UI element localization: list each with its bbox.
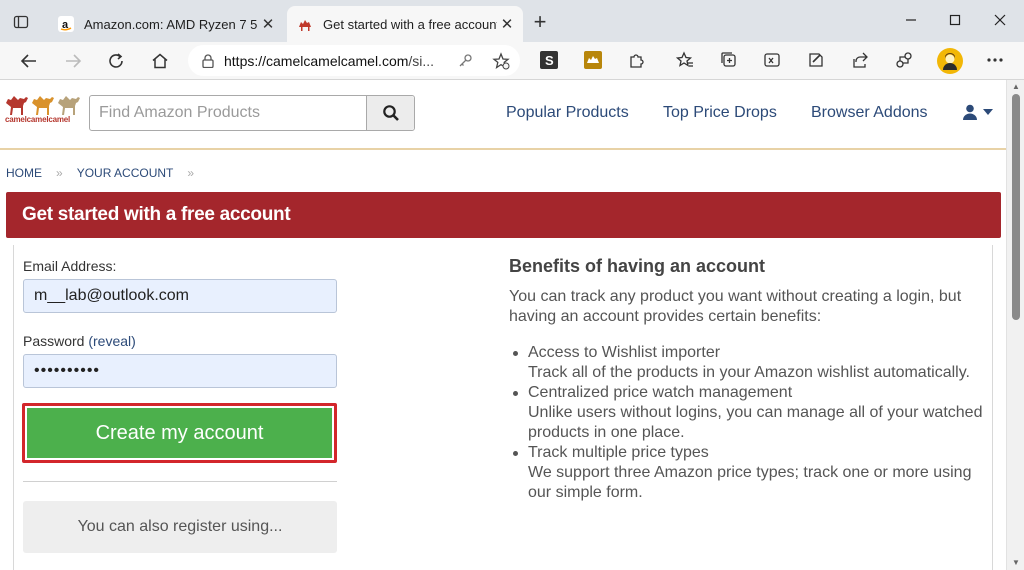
page-title: Get started with a free account	[22, 204, 291, 225]
performance-icon[interactable]	[894, 50, 914, 70]
user-menu[interactable]	[962, 104, 994, 120]
list-item: Access to Wishlist importer Track all of…	[513, 343, 989, 383]
s-extension-icon[interactable]: S	[539, 50, 559, 70]
password-field[interactable]: ••••••••••	[23, 354, 337, 388]
register-using-button[interactable]: You can also register using...	[23, 501, 337, 553]
lock-icon[interactable]	[202, 53, 214, 68]
new-tab-icon[interactable]: +	[530, 11, 550, 33]
search-input[interactable]	[90, 96, 366, 130]
page-scrollbar[interactable]: ▲ ▼	[1006, 80, 1024, 570]
extensions-puzzle-icon[interactable]	[627, 50, 647, 70]
list-item: Track multiple price types We support th…	[513, 443, 989, 503]
address-bar[interactable]: https://camelcamelcamel.com/si...	[188, 45, 520, 76]
tab-title: Amazon.com: AMD Ryzen 7 5800	[84, 16, 258, 32]
nav-browser-addons[interactable]: Browser Addons	[811, 104, 928, 122]
share-icon[interactable]	[850, 50, 870, 70]
breadcrumb: HOME » YOUR ACCOUNT »	[6, 166, 208, 180]
password-label: Password (reveal)	[23, 333, 136, 349]
more-menu-icon[interactable]	[985, 50, 1005, 70]
logo-text: camelcamelcamel	[5, 115, 71, 124]
breadcrumb-home[interactable]: HOME	[6, 166, 42, 180]
browser-toolbar: https://camelcamelcamel.com/si... S	[0, 42, 1024, 80]
amazon-favicon-icon: a	[58, 16, 74, 32]
site-logo[interactable]: camelcamelcamel	[5, 94, 81, 130]
tab-strip: a Amazon.com: AMD Ryzen 7 5800 ✕ Get sta…	[0, 0, 1024, 42]
favorites-icon[interactable]	[675, 50, 695, 70]
collections-icon[interactable]	[719, 50, 739, 70]
maximize-icon[interactable]	[940, 8, 970, 32]
benefits-section: Benefits of having an account You can tr…	[509, 256, 989, 503]
url-text: https://camelcamelcamel.com/si...	[224, 52, 435, 69]
product-search	[89, 95, 415, 131]
web-capture-icon[interactable]	[806, 50, 826, 70]
search-button[interactable]	[366, 96, 414, 130]
key-icon[interactable]	[456, 52, 474, 70]
divider	[23, 481, 337, 482]
scroll-down-icon[interactable]: ▼	[1012, 559, 1020, 567]
close-tab-icon[interactable]: ✕	[258, 15, 278, 33]
benefit-heading: Centralized price watch management	[528, 384, 793, 401]
camel-extension-icon[interactable]	[583, 50, 603, 70]
breadcrumb-separator: »	[56, 166, 63, 180]
camel-logo-icon	[5, 94, 81, 116]
search-icon	[382, 105, 399, 121]
favorite-star-icon[interactable]	[492, 52, 510, 70]
email-field[interactable]: m__lab@outlook.com	[23, 279, 337, 313]
nav-top-price-drops[interactable]: Top Price Drops	[663, 104, 777, 122]
chevron-down-icon	[983, 109, 993, 115]
web-page: camelcamelcamel Popular Products Top Pri…	[0, 80, 1006, 570]
user-icon	[963, 104, 977, 120]
benefit-body: We support three Amazon price types; tra…	[528, 464, 972, 501]
benefits-list: Access to Wishlist importer Track all of…	[509, 343, 989, 503]
forward-icon[interactable]	[61, 49, 85, 73]
benefits-title: Benefits of having an account	[509, 256, 766, 276]
svg-text:S: S	[545, 53, 554, 68]
email-label: Email Address:	[23, 258, 117, 274]
back-icon[interactable]	[17, 49, 41, 73]
reveal-password-link[interactable]: (reveal)	[88, 333, 135, 349]
create-account-highlight: Create my account	[22, 403, 337, 463]
breadcrumb-your-account[interactable]: YOUR ACCOUNT	[77, 166, 174, 180]
scroll-up-icon[interactable]: ▲	[1012, 83, 1020, 91]
refresh-icon[interactable]	[104, 49, 128, 73]
close-window-icon[interactable]	[985, 8, 1015, 32]
minimize-icon[interactable]	[896, 8, 926, 32]
home-icon[interactable]	[148, 49, 172, 73]
tab-actions-icon[interactable]	[10, 11, 32, 33]
math-solver-icon[interactable]	[762, 50, 782, 70]
tab-amazon[interactable]: a Amazon.com: AMD Ryzen 7 5800 ✕	[48, 6, 284, 42]
tab-camel[interactable]: Get started with a free account | ✕	[287, 6, 523, 42]
benefit-heading: Track multiple price types	[528, 444, 709, 461]
profile-avatar[interactable]	[937, 48, 963, 74]
nav-popular-products[interactable]: Popular Products	[506, 104, 629, 122]
site-header: camelcamelcamel Popular Products Top Pri…	[0, 80, 1006, 150]
benefits-intro: You can track any product you want witho…	[509, 288, 962, 325]
benefit-body: Unlike users without logins, you can man…	[528, 404, 983, 441]
close-tab-icon[interactable]: ✕	[497, 15, 517, 33]
list-item: Centralized price watch management Unlik…	[513, 383, 989, 443]
create-account-button[interactable]: Create my account	[27, 408, 332, 458]
scrollbar-thumb[interactable]	[1012, 94, 1020, 320]
camel-favicon-icon	[297, 16, 313, 32]
benefit-heading: Access to Wishlist importer	[528, 344, 721, 361]
breadcrumb-separator: »	[187, 166, 195, 180]
benefit-body: Track all of the products in your Amazon…	[528, 364, 970, 381]
tab-title: Get started with a free account |	[323, 16, 497, 32]
page-banner: Get started with a free account	[6, 192, 1001, 238]
